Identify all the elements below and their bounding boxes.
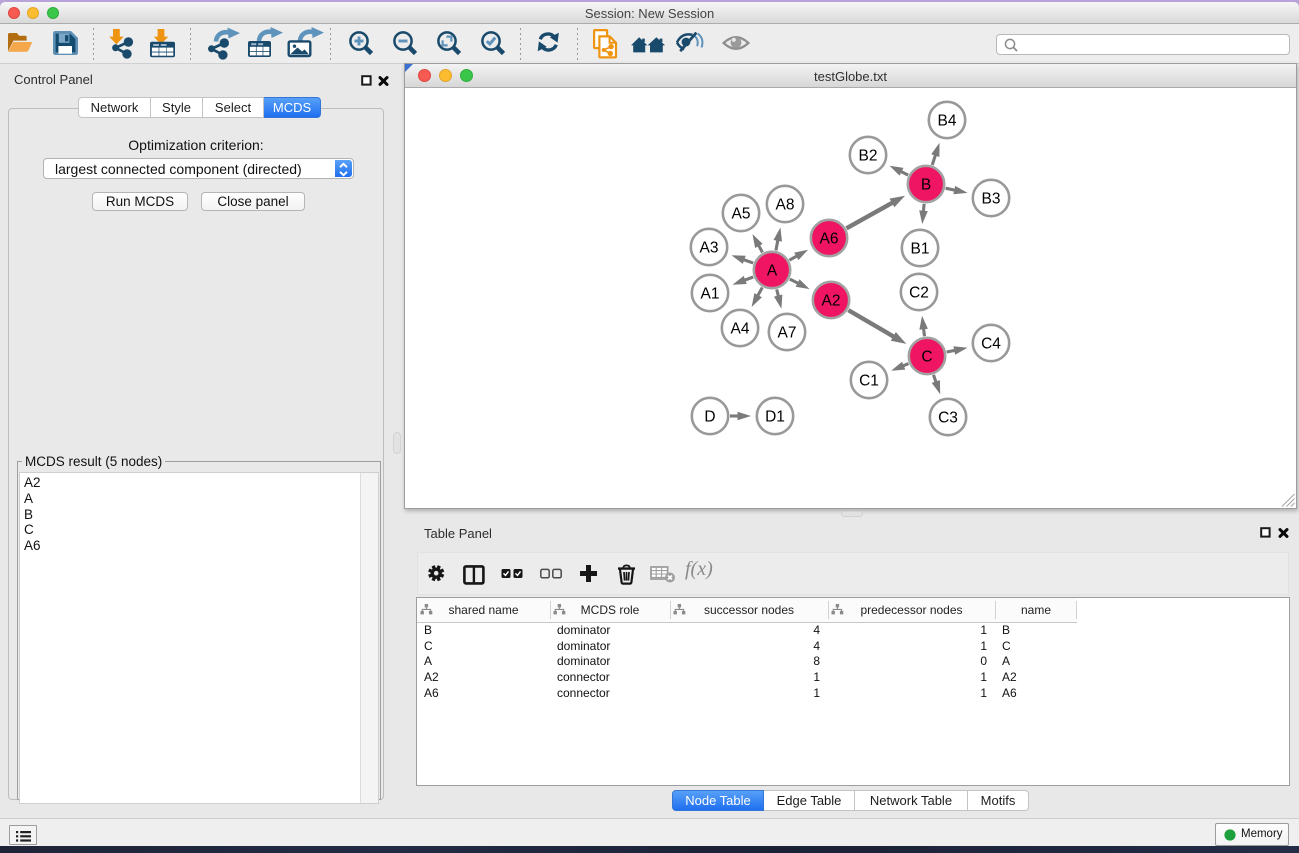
svg-text:A7: A7 [778,325,797,342]
svg-text:C: C [921,349,932,366]
svg-text:C4: C4 [981,336,1001,353]
svg-text:A5: A5 [732,206,751,223]
svg-text:A2: A2 [822,293,841,310]
svg-text:B1: B1 [911,241,930,258]
svg-text:A4: A4 [731,321,750,338]
svg-text:A1: A1 [701,286,720,303]
svg-text:A8: A8 [776,197,795,214]
svg-text:C1: C1 [859,373,879,390]
svg-text:D1: D1 [765,409,785,426]
svg-text:B2: B2 [859,148,878,165]
svg-text:C3: C3 [938,410,958,427]
svg-text:B3: B3 [982,191,1001,208]
svg-text:C2: C2 [909,285,929,302]
svg-text:A3: A3 [700,240,719,257]
svg-text:A: A [767,263,778,280]
svg-text:D: D [704,409,715,426]
svg-text:B4: B4 [938,113,957,130]
svg-text:A6: A6 [820,231,839,248]
svg-text:B: B [921,177,931,194]
